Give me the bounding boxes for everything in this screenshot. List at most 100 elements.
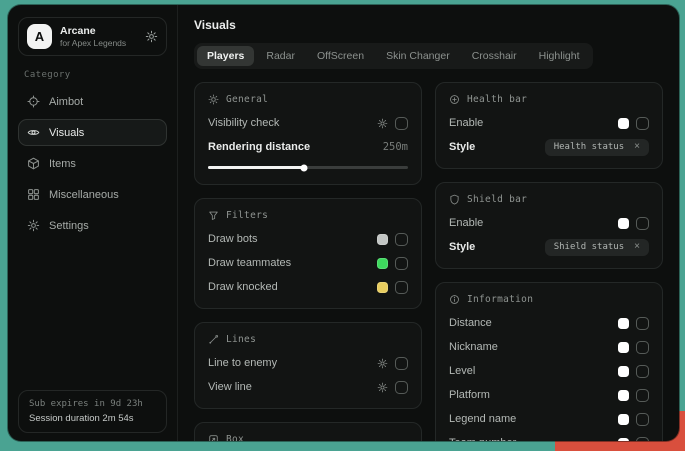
panel-information: InformationDistanceNicknameLevelPlatform…: [435, 282, 663, 441]
checkbox[interactable]: [636, 117, 649, 130]
row-label: Level: [449, 365, 610, 377]
app-subtitle: for Apex Legends: [60, 38, 126, 48]
sidebar-item-label: Items: [49, 158, 76, 170]
session-duration-text: Session duration 2m 54s: [29, 413, 156, 424]
checkbox[interactable]: [395, 233, 408, 246]
row-label: Draw knocked: [208, 281, 369, 293]
color-swatch[interactable]: [618, 318, 629, 329]
gear-icon[interactable]: [377, 118, 388, 129]
slider-thumb[interactable]: [301, 164, 308, 171]
sidebar-item-label: Visuals: [49, 127, 84, 139]
app-name: Arcane: [60, 25, 126, 38]
style-select[interactable]: Health status×: [545, 139, 649, 156]
tab-players[interactable]: Players: [197, 46, 254, 66]
sidebar-nav: Aimbot Visuals Items Miscellaneous Settings: [18, 88, 167, 243]
panel-title: Lines: [226, 334, 256, 345]
checkbox[interactable]: [395, 117, 408, 130]
sidebar-item-miscellaneous[interactable]: Miscellaneous: [18, 181, 167, 208]
tab-skin-changer[interactable]: Skin Changer: [376, 46, 460, 66]
gear-icon[interactable]: [377, 382, 388, 393]
panel-lines: LinesLine to enemyView line: [194, 322, 422, 409]
checkbox[interactable]: [636, 437, 649, 442]
filter-icon: [208, 210, 219, 221]
panel-title: Box: [226, 434, 244, 441]
row-label: Draw teammates: [208, 257, 369, 269]
color-swatch[interactable]: [618, 414, 629, 425]
subscription-info: Sub expires in 9d 23h Session duration 2…: [18, 390, 167, 433]
color-swatch[interactable]: [618, 218, 629, 229]
row-label: Line to enemy: [208, 357, 369, 369]
color-swatch[interactable]: [618, 118, 629, 129]
checkbox[interactable]: [395, 257, 408, 270]
sidebar-item-label: Settings: [49, 220, 89, 232]
row-controls: [377, 257, 408, 270]
checkbox[interactable]: [395, 381, 408, 394]
panel-header: Health bar: [449, 94, 649, 105]
sidebar-item-items[interactable]: Items: [18, 150, 167, 177]
checkbox[interactable]: [636, 217, 649, 230]
color-swatch[interactable]: [618, 390, 629, 401]
row-distance: Distance: [449, 313, 649, 333]
panel-header: Lines: [208, 334, 408, 345]
row-style: Style Health status×: [449, 137, 649, 157]
row-label: Enable: [449, 217, 610, 229]
row-label: Platform: [449, 389, 610, 401]
row-controls: [377, 117, 408, 130]
app-titles: Arcane for Apex Legends: [60, 25, 126, 49]
color-swatch[interactable]: [377, 234, 388, 245]
tab-crosshair[interactable]: Crosshair: [462, 46, 527, 66]
app-header: A Arcane for Apex Legends: [18, 17, 167, 56]
slider-fill: [208, 166, 304, 169]
color-swatch[interactable]: [377, 258, 388, 269]
row-controls: [618, 117, 649, 130]
row-label: Nickname: [449, 341, 610, 353]
checkbox[interactable]: [395, 357, 408, 370]
checkbox[interactable]: [395, 281, 408, 294]
checkbox[interactable]: [636, 389, 649, 402]
panel-title: General: [226, 94, 268, 105]
rendering-distance-slider[interactable]: [208, 166, 408, 169]
row-style: StyleShield status×: [449, 237, 649, 257]
sidebar-item-settings[interactable]: Settings: [18, 212, 167, 239]
row-enable: Enable: [449, 213, 649, 233]
row-label: Style: [449, 141, 537, 153]
checkbox[interactable]: [636, 317, 649, 330]
gear-icon[interactable]: [145, 30, 158, 43]
panel-shield-bar: Shield barEnableStyleShield status×: [435, 182, 663, 269]
checkbox[interactable]: [636, 341, 649, 354]
color-swatch[interactable]: [377, 282, 388, 293]
close-icon[interactable]: ×: [634, 142, 640, 152]
row-visibility-check: Visibility check: [208, 113, 408, 133]
info-icon: [449, 294, 460, 305]
tab-radar[interactable]: Radar: [256, 46, 305, 66]
row-draw-knocked: Draw knocked: [208, 277, 408, 297]
row-controls: [618, 437, 649, 442]
panel-title: Shield bar: [467, 194, 527, 205]
sidebar: A Arcane for Apex Legends Category Aimbo…: [8, 5, 178, 441]
row-controls: [618, 413, 649, 426]
sidebar-item-aimbot[interactable]: Aimbot: [18, 88, 167, 115]
panel-header: Filters: [208, 210, 408, 221]
tab-offscreen[interactable]: OffScreen: [307, 46, 374, 66]
close-icon[interactable]: ×: [634, 242, 640, 252]
style-select-value: Shield status: [554, 242, 624, 252]
panel-header: Shield bar: [449, 194, 649, 205]
color-swatch[interactable]: [618, 438, 629, 442]
gear-icon[interactable]: [377, 358, 388, 369]
checkbox[interactable]: [636, 365, 649, 378]
sidebar-item-visuals[interactable]: Visuals: [18, 119, 167, 146]
row-controls: Shield status ×: [545, 239, 649, 256]
color-swatch[interactable]: [618, 366, 629, 377]
row-controls: [618, 341, 649, 354]
tab-highlight[interactable]: Highlight: [529, 46, 590, 66]
style-select[interactable]: Shield status ×: [545, 239, 649, 256]
panels-column-right: Health bar Enable Style Health status× Shiel…: [435, 82, 663, 441]
checkbox[interactable]: [636, 413, 649, 426]
app-logo: A: [27, 24, 52, 49]
row-enable: Enable: [449, 113, 649, 133]
color-swatch[interactable]: [618, 342, 629, 353]
sun-icon: [208, 94, 219, 105]
grid-icon: [27, 188, 40, 201]
row-controls: [377, 281, 408, 294]
panel-title: Health bar: [467, 94, 527, 105]
